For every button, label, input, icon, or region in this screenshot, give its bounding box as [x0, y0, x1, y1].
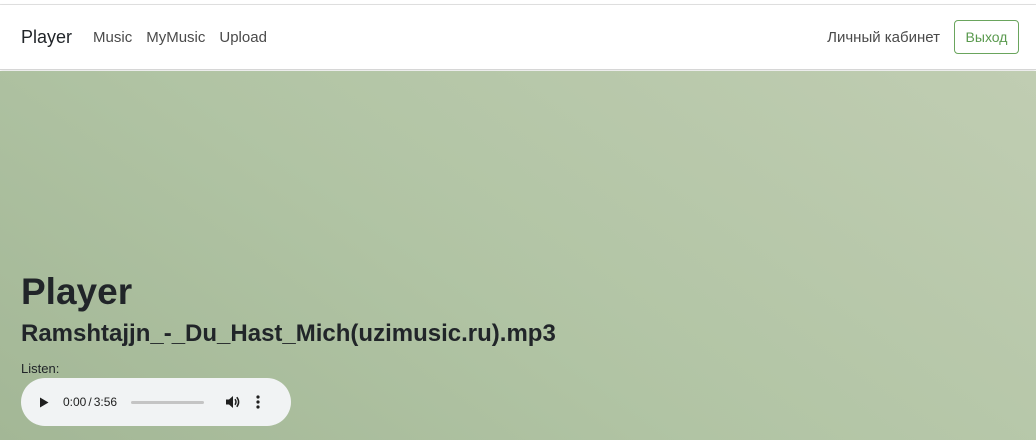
nav-links: Music MyMusic Upload — [93, 29, 267, 46]
nav-link-mymusic[interactable]: MyMusic — [146, 29, 205, 46]
nav-right: Личный кабинет Выход — [827, 20, 1019, 54]
hero-section: Player Ramshtajjn_-_Du_Hast_Mich(uzimusi… — [0, 71, 1036, 440]
time-separator: / — [88, 395, 92, 409]
nav-link-upload[interactable]: Upload — [219, 29, 267, 46]
nav-link-music[interactable]: Music — [93, 29, 132, 46]
progress-slider[interactable] — [131, 400, 205, 404]
track-title: Ramshtajjn_-_Du_Hast_Mich(uzimusic.ru).m… — [21, 320, 556, 347]
navbar: Player Music MyMusic Upload Личный кабин… — [0, 5, 1036, 70]
duration: 3:56 — [93, 395, 118, 409]
page-title: Player — [21, 271, 133, 312]
current-time: 0:00 — [63, 395, 87, 409]
logout-button[interactable]: Выход — [954, 20, 1019, 54]
listen-label: Listen: — [21, 361, 60, 376]
volume-icon[interactable] — [224, 393, 242, 411]
more-vert-icon[interactable] — [253, 393, 263, 411]
time-display: 0:00/3:56 — [63, 395, 117, 409]
play-icon[interactable] — [37, 395, 51, 409]
navbar-brand[interactable]: Player — [21, 27, 72, 48]
account-link[interactable]: Личный кабинет — [827, 29, 940, 46]
audio-player: 0:00/3:56 — [21, 378, 291, 426]
